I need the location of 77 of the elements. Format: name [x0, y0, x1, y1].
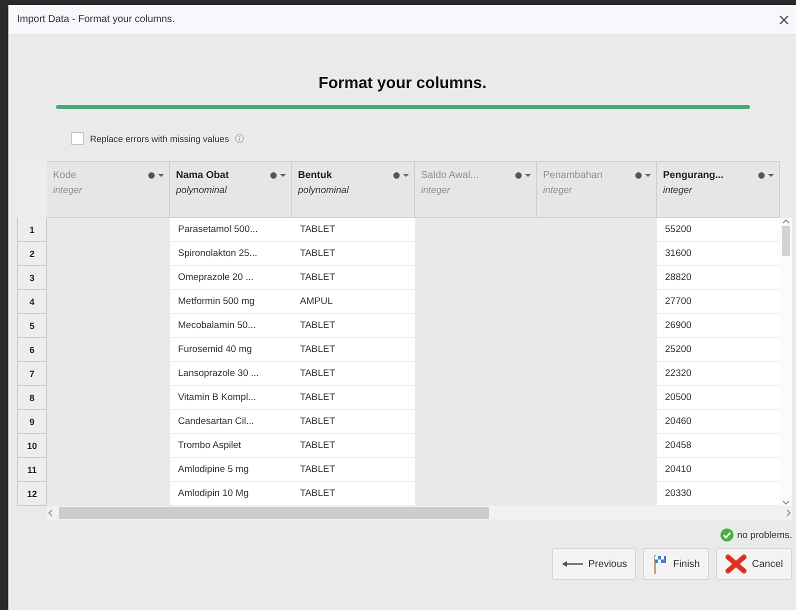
dropdown-icon — [158, 174, 164, 177]
table-cell: 20460 — [657, 410, 780, 434]
check-icon — [720, 528, 734, 542]
table-cell: TABLET — [292, 482, 415, 506]
table-cell: Parasetamol 500... — [170, 218, 292, 242]
scroll-thumb[interactable] — [59, 507, 489, 519]
table-cell: 55200 — [657, 218, 780, 242]
scroll-down-icon — [782, 500, 790, 506]
row-number: 2 — [17, 242, 47, 266]
table-cell: Vitamin B Kompl... — [170, 386, 292, 410]
table-cell: Spironolakton 25... — [170, 242, 292, 266]
table-cell: TABLET — [292, 218, 415, 242]
column-header[interactable]: Pengurang... integer — [657, 161, 780, 218]
status-text: no problems. — [737, 530, 792, 540]
checkbox-label: Replace errors with missing values — [90, 134, 230, 144]
table-cell: 26900 — [657, 314, 780, 338]
table-cell: 20500 — [657, 386, 780, 410]
scroll-thumb[interactable] — [782, 226, 790, 256]
row-number: 8 — [17, 386, 47, 410]
info-icon — [235, 134, 244, 143]
table-cell: 22320 — [657, 362, 780, 386]
flag-icon — [652, 554, 668, 574]
dropdown-icon — [403, 174, 409, 177]
row-number: 12 — [17, 482, 47, 506]
table-cell: Metformin 500 mg — [170, 290, 292, 314]
row-number: 4 — [17, 290, 47, 314]
dropdown-icon — [280, 174, 286, 177]
row-number: 9 — [17, 410, 47, 434]
table-cell: TABLET — [292, 362, 415, 386]
table-cell: 27700 — [657, 290, 780, 314]
window-title: Import Data - Format your columns. — [17, 14, 175, 25]
table-cell: Omeprazole 20 ... — [170, 266, 292, 290]
table-cell: Mecobalamin 50... — [170, 314, 292, 338]
scroll-up-icon — [782, 218, 790, 224]
dropdown-icon — [768, 174, 774, 177]
scroll-left-icon — [47, 509, 53, 517]
checkbox[interactable] — [71, 132, 84, 145]
row-number: 10 — [17, 434, 47, 458]
table-cell: 20410 — [657, 458, 780, 482]
table-cell: TABLET — [292, 458, 415, 482]
table-cell: 25200 — [657, 338, 780, 362]
table-cell: 20458 — [657, 434, 780, 458]
x-icon — [724, 554, 747, 574]
finish-button[interactable]: Finish — [643, 548, 709, 580]
table-cell: Candesartan Cil... — [170, 410, 292, 434]
dropdown-icon — [645, 174, 651, 177]
table-cell: TABLET — [292, 434, 415, 458]
row-number: 7 — [17, 362, 47, 386]
dropdown-icon — [525, 174, 531, 177]
row-number: 1 — [17, 218, 47, 242]
table-cell: 28820 — [657, 266, 780, 290]
table-cell: Amlodipin 10 Mg — [170, 482, 292, 506]
previous-button[interactable]: Previous — [552, 548, 636, 580]
table-cell: Furosemid 40 mg — [170, 338, 292, 362]
scroll-right-icon — [786, 509, 792, 517]
table-cell: TABLET — [292, 386, 415, 410]
close-icon[interactable] — [778, 14, 790, 26]
column-header[interactable]: Bentuk polynominal — [292, 161, 415, 218]
row-number: 3 — [17, 266, 47, 290]
table-cell: Trombo Aspilet — [170, 434, 292, 458]
table-cell: TABLET — [292, 242, 415, 266]
cancel-button[interactable]: Cancel — [716, 548, 792, 580]
row-number: 6 — [17, 338, 47, 362]
table-cell: 20330 — [657, 482, 780, 506]
table-cell: TABLET — [292, 410, 415, 434]
step-heading: Format your columns. — [318, 75, 487, 93]
table-cell: 31600 — [657, 242, 780, 266]
row-number: 5 — [17, 314, 47, 338]
row-number: 11 — [17, 458, 47, 482]
table-cell: Amlodipine 5 mg — [170, 458, 292, 482]
table-cell: AMPUL — [292, 290, 415, 314]
table-cell: Lansoprazole 30 ... — [170, 362, 292, 386]
table-cell: TABLET — [292, 314, 415, 338]
table-cell: TABLET — [292, 338, 415, 362]
column-header[interactable]: Nama Obat polynominal — [170, 161, 292, 218]
arrow-left-icon — [561, 560, 584, 568]
table-cell: TABLET — [292, 266, 415, 290]
